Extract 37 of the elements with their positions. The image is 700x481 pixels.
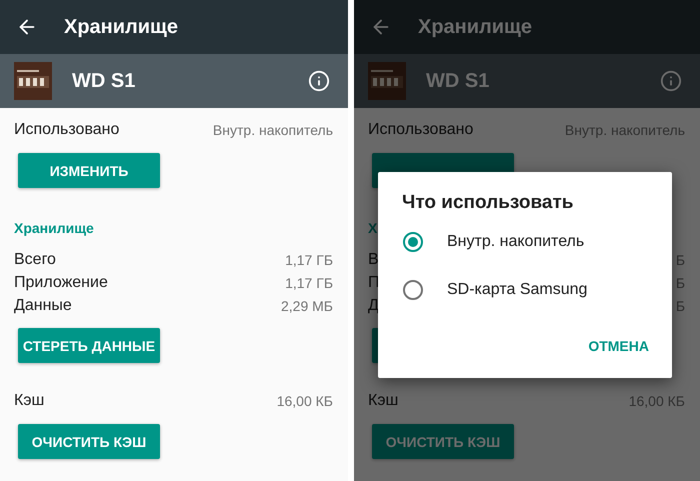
- screen-title: Хранилище: [64, 16, 178, 38]
- cache-value: 16,00 КБ: [276, 393, 333, 409]
- clear-cache-button[interactable]: ОЧИСТИТЬ КЭШ: [372, 424, 514, 459]
- info-icon[interactable]: [308, 70, 330, 92]
- cache-label: Кэш: [14, 392, 44, 410]
- storage-label: Д: [368, 296, 379, 314]
- app-icon: [14, 62, 52, 100]
- used-value: Внутр. накопитель: [564, 122, 685, 138]
- screen-title: Хранилище: [418, 16, 532, 38]
- app-icon: [368, 62, 406, 100]
- storage-label: П: [368, 274, 380, 292]
- storage-label: В: [368, 250, 379, 268]
- dialog-title: Что использовать: [402, 192, 574, 215]
- storage-value: 1,17 ГБ: [285, 274, 333, 290]
- radio-button[interactable]: [403, 280, 423, 300]
- used-label: Использовано: [368, 121, 474, 139]
- cache-value: 16,00 КБ: [628, 393, 685, 409]
- cache-label: Кэш: [368, 392, 398, 410]
- option-label[interactable]: SD-карта Samsung: [447, 281, 588, 299]
- radio-button[interactable]: [403, 232, 423, 252]
- clear-cache-button[interactable]: ОЧИСТИТЬ КЭШ: [18, 424, 160, 459]
- storage-value: 2,29 МБ: [281, 298, 333, 314]
- info-icon[interactable]: [660, 70, 682, 92]
- option-label[interactable]: Внутр. накопитель: [447, 233, 584, 251]
- used-label: Использовано: [14, 121, 120, 139]
- storage-label: Данные: [14, 296, 72, 314]
- section-title: Х: [368, 220, 378, 238]
- storage-label: Приложение: [14, 274, 108, 292]
- app-name: WD S1: [426, 70, 490, 92]
- used-value: Внутр. накопитель: [212, 122, 333, 138]
- app-name: WD S1: [72, 70, 136, 92]
- storage-value: 1,17 ГБ: [285, 252, 333, 268]
- clear-data-button[interactable]: СТЕРЕТЬ ДАННЫЕ: [18, 328, 160, 363]
- cancel-button[interactable]: ОТМЕНА: [588, 334, 649, 358]
- section-title: Хранилище: [14, 220, 95, 238]
- storage-label: Всего: [14, 250, 56, 268]
- change-button[interactable]: ИЗМЕНИТЬ: [18, 153, 160, 188]
